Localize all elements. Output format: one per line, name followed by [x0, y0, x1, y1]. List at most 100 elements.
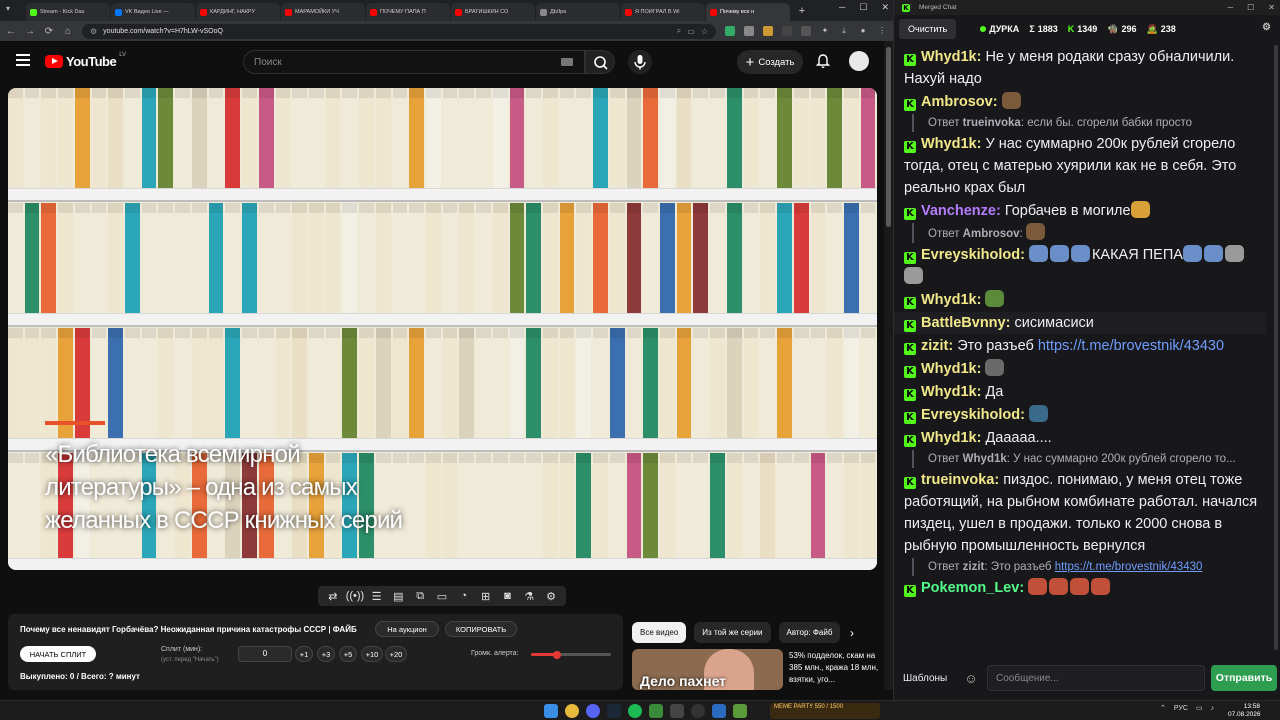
chat-username[interactable]: BattleBvnny	[921, 315, 1006, 331]
clear-button[interactable]: Очистить	[899, 19, 957, 39]
close-icon[interactable]: ✕	[1268, 3, 1275, 12]
search-input[interactable]: Поиск	[243, 50, 585, 74]
chat-message[interactable]: K Whyd1k: Не у меня родаки сразу обналичи…	[904, 46, 1262, 90]
filter-chip[interactable]: Из той же серии	[694, 622, 771, 643]
puzzle-icon[interactable]: ✦	[820, 26, 830, 36]
chat-username[interactable]: Whyd1k	[921, 49, 977, 65]
scrollbar-thumb[interactable]	[886, 47, 891, 227]
reload-icon[interactable]: ⟳	[44, 26, 54, 37]
chat-message[interactable]: K Ambrosov:	[904, 91, 1262, 113]
video-player[interactable]: «Библиотека всемирной литературы» – одна…	[8, 88, 877, 570]
alert-volume-slider[interactable]	[531, 650, 611, 659]
menu-dots-icon[interactable]: ⋮	[877, 26, 887, 36]
flask-icon[interactable]: ⚗	[520, 590, 538, 603]
split-minutes-input[interactable]: 0	[238, 646, 292, 662]
browser-tab[interactable]: Почему все н	[706, 3, 790, 21]
chat-message[interactable]: K Whyd1k: Дааааа....	[904, 427, 1262, 449]
spotify-icon[interactable]	[628, 704, 642, 718]
settings-gear-icon[interactable]: ⚙	[542, 590, 560, 603]
tab-search-icon[interactable]: ▾	[6, 4, 18, 16]
extension-icon[interactable]	[744, 26, 754, 36]
new-tab-button[interactable]: +	[795, 5, 809, 17]
increment-button[interactable]: +20	[385, 646, 407, 662]
minimize-icon[interactable]: ─	[839, 2, 845, 13]
picture-in-picture-icon[interactable]: ⧉	[411, 590, 429, 603]
auction-button[interactable]: На аукцион	[375, 621, 439, 637]
browser-tab[interactable]: Stream - Kick Das	[26, 3, 110, 21]
scrollbar-thumb[interactable]	[1274, 45, 1278, 650]
reply-preview[interactable]: Ответ Whyd1k: У нас суммарно 200к рублей…	[912, 450, 1262, 468]
back-icon[interactable]: ←	[6, 26, 16, 37]
send-button[interactable]: Отправить	[1211, 665, 1277, 691]
avatar[interactable]	[849, 51, 869, 71]
microphone-button[interactable]	[628, 50, 652, 74]
chat-message[interactable]: Ktrueinvoka: пиздос. понимаю, у меня оте…	[904, 469, 1262, 557]
message-link[interactable]: https://t.me/brovestnik/43430	[1038, 338, 1224, 354]
discord-icon[interactable]	[586, 704, 600, 718]
steam-icon[interactable]	[607, 704, 621, 718]
close-icon[interactable]: ✕	[881, 2, 889, 13]
obs-icon[interactable]	[691, 704, 705, 718]
increment-button[interactable]: +1	[295, 646, 313, 662]
chat-message[interactable]: K Whyd1k:	[904, 289, 1262, 311]
create-button[interactable]: + Создать	[737, 50, 803, 74]
filter-chip[interactable]: Все видео	[632, 622, 687, 643]
browser-tab[interactable]: VK Видео Live —	[111, 3, 195, 21]
youtube-logo[interactable]: YouTube LV	[45, 52, 126, 69]
search-icon[interactable]: ⌕	[677, 26, 681, 36]
network-icon[interactable]: ▭	[1196, 704, 1203, 712]
url-field[interactable]: ⚙ youtube.com/watch?v=H7hLW-vSOoQ ⌕ ▭ ☆	[82, 23, 716, 39]
search-button[interactable]	[585, 50, 615, 74]
increment-button[interactable]: +10	[361, 646, 383, 662]
chat-username[interactable]: Evreyskiholod	[921, 247, 1020, 263]
chat-username[interactable]: Pokemon_Lev	[921, 580, 1019, 596]
clapper-icon[interactable]: ▤	[389, 590, 407, 603]
increment-button[interactable]: +3	[317, 646, 335, 662]
message-input[interactable]: Сообщение...	[987, 665, 1205, 691]
chat-message[interactable]: K Vanchenze: Горбачев в могиле	[904, 200, 1262, 222]
keyboard-icon[interactable]	[561, 58, 573, 66]
chat-username[interactable]: Whyd1k	[921, 292, 977, 308]
cinema-mode-icon[interactable]: ▭	[433, 590, 451, 603]
chat-scrollbar[interactable]	[1273, 45, 1279, 655]
profile-icon[interactable]: ●	[858, 26, 868, 36]
extension-icon[interactable]	[725, 26, 735, 36]
chat-username[interactable]: Whyd1k	[921, 136, 977, 152]
filter-chip[interactable]: Автор: Файб	[778, 622, 841, 643]
chat-username[interactable]: Evreyskiholod	[921, 407, 1020, 423]
chat-message[interactable]: Kzizit: Это разъеб https://t.me/brovestn…	[904, 335, 1262, 357]
chat-username[interactable]: Whyd1k	[921, 430, 977, 446]
copy-button[interactable]: КОПИРОВАТЬ	[445, 621, 517, 637]
chat-username[interactable]: Whyd1k	[921, 384, 977, 400]
chrome-icon[interactable]	[565, 704, 579, 718]
volume-icon[interactable]: ♪	[1211, 705, 1215, 712]
app-icon[interactable]	[712, 704, 726, 718]
reply-preview[interactable]: Ответ trueinvoka: если бы. сгорели бабки…	[912, 114, 1262, 132]
speed-icon[interactable]: ◔	[455, 590, 473, 602]
playlist-icon[interactable]: ☰	[368, 590, 386, 603]
reply-preview[interactable]: Ответ zizit: Это разъеб https://t.me/bro…	[912, 558, 1262, 576]
browser-tab[interactable]: МАРАМОЙКИ УЧ	[281, 3, 365, 21]
browser-tab[interactable]: БРАТИШКИН СО	[451, 3, 535, 21]
hamburger-menu-icon[interactable]	[16, 54, 30, 66]
chat-username[interactable]: trueinvoka	[921, 472, 994, 488]
app-icon[interactable]	[649, 704, 663, 718]
chat-message[interactable]: K Whyd1k:	[904, 358, 1262, 380]
chat-message[interactable]: K Whyd1k: Да	[904, 381, 1262, 403]
screenshot-icon[interactable]: ◙	[498, 590, 516, 602]
loop-icon[interactable]: ⇄	[324, 590, 342, 603]
language-indicator[interactable]: РУС	[1174, 705, 1188, 712]
clock[interactable]: 13:58 07.08.2026	[1228, 703, 1261, 719]
install-icon[interactable]: ▭	[687, 27, 695, 36]
maximize-icon[interactable]: ☐	[859, 2, 867, 13]
notifications-bell-icon[interactable]	[815, 53, 831, 69]
recommendation-title[interactable]: 53% подделок, скам на 385 млн., кража 18…	[789, 650, 879, 686]
chat-username[interactable]: Ambrosov	[921, 94, 993, 110]
app-icon[interactable]	[670, 704, 684, 718]
recommendation-thumbnail[interactable]: Дело пахнет	[632, 649, 783, 690]
browser-tab[interactable]: ПОЧЕМУ ПАПА П	[366, 3, 450, 21]
app-icon[interactable]	[733, 704, 747, 718]
start-split-button[interactable]: НАЧАТЬ СПЛИТ	[20, 646, 96, 662]
volume-knob[interactable]	[553, 650, 562, 659]
reply-preview[interactable]: Ответ Ambrosov:	[912, 223, 1262, 243]
